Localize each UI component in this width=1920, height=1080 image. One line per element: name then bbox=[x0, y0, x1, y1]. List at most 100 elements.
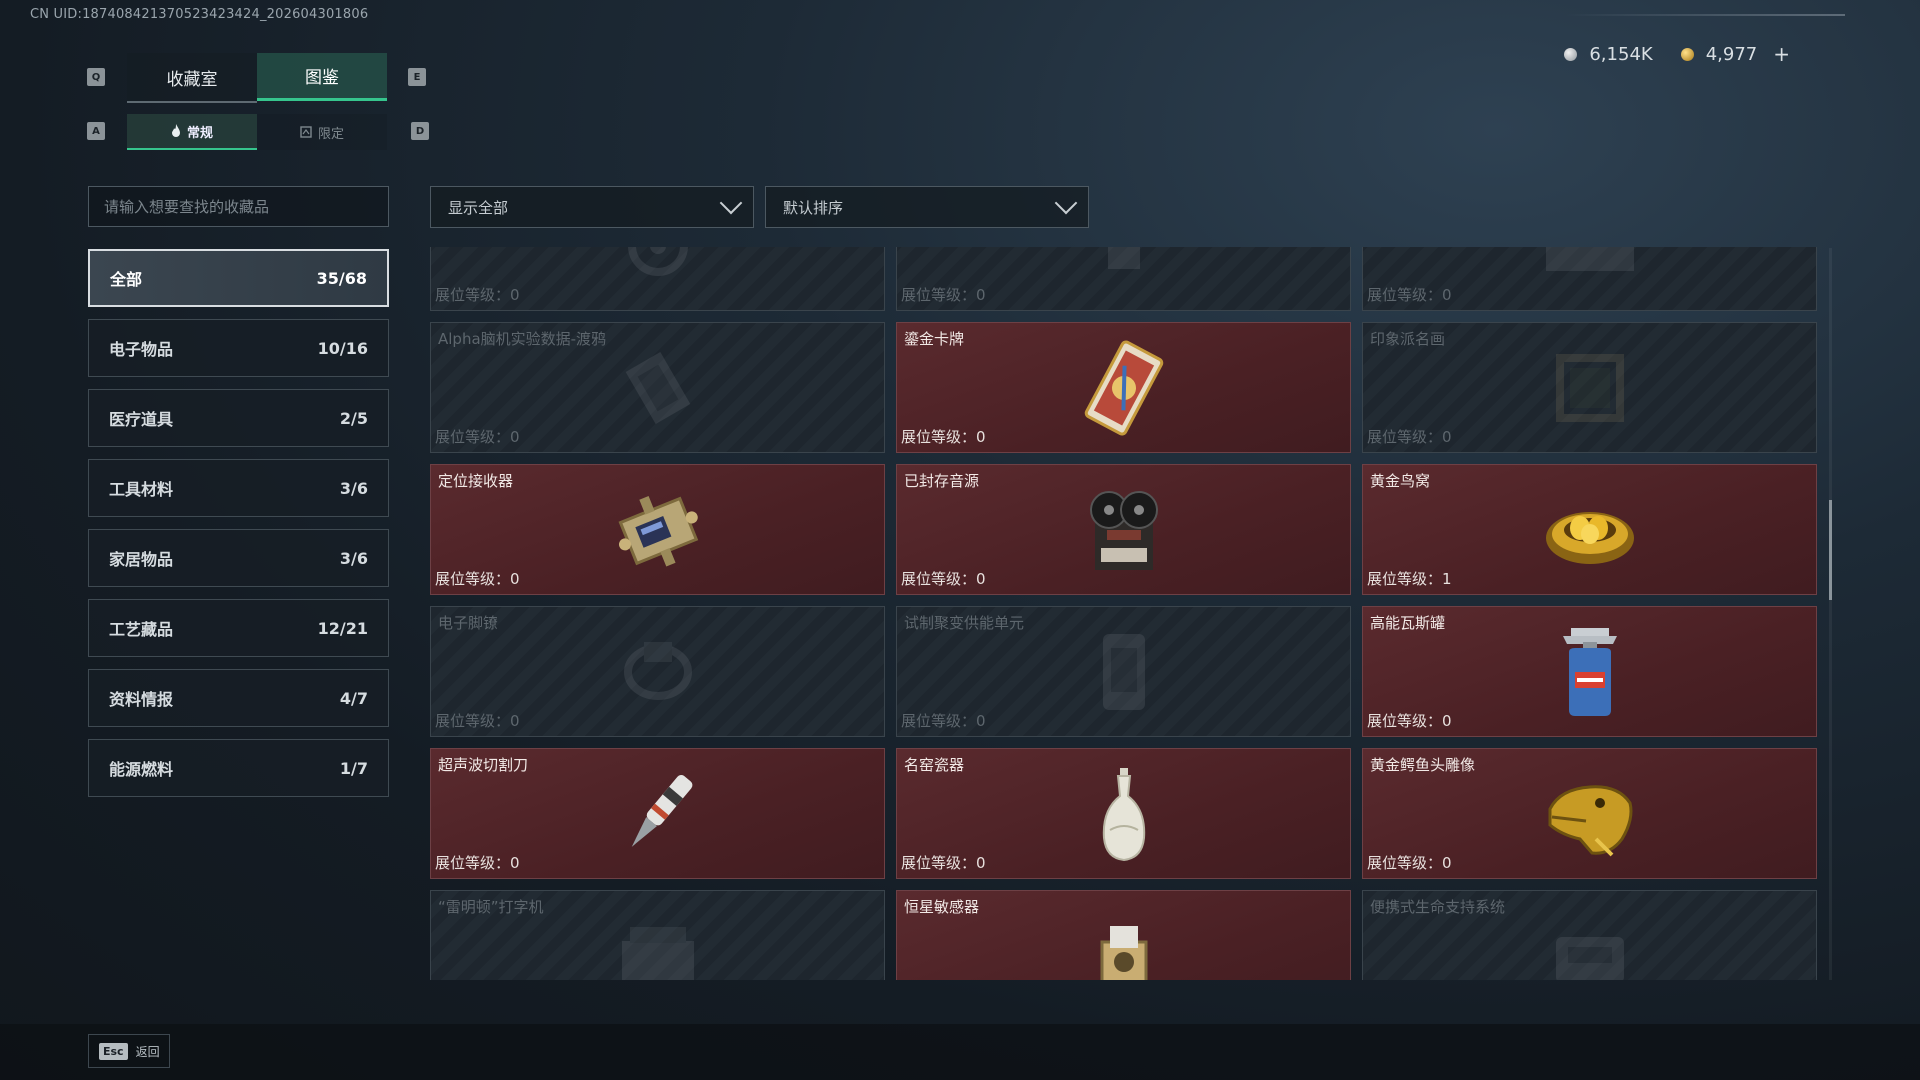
search-input[interactable]: 请输入想要查找的收藏品 bbox=[88, 186, 389, 227]
sort-dropdown[interactable]: 默认排序 bbox=[765, 186, 1089, 228]
filter-dropdown[interactable]: 显示全部 bbox=[430, 186, 754, 228]
collectible-card[interactable]: 便携式生命支持系统 bbox=[1362, 890, 1817, 980]
category-item[interactable]: 家居物品 3/6 bbox=[88, 529, 389, 587]
tab-catalog[interactable]: 图鉴 bbox=[257, 53, 387, 101]
collectible-card[interactable]: 展位等级：0 bbox=[430, 247, 885, 311]
display-level: 展位等级：0 bbox=[1367, 428, 1452, 446]
reel-recorder-icon bbox=[1077, 482, 1171, 582]
collectible-card[interactable]: 黄金鳄鱼头雕像 展位等级：0 bbox=[1362, 748, 1817, 879]
category-item[interactable]: 资料情报 4/7 bbox=[88, 669, 389, 727]
category-count: 10/16 bbox=[317, 338, 368, 358]
display-level: 展位等级：0 bbox=[901, 854, 986, 872]
collectible-card[interactable]: 定位接收器 展位等级：0 bbox=[430, 464, 885, 595]
collectible-card[interactable]: 名窑瓷器展位等级：0 bbox=[896, 748, 1351, 879]
collectible-card[interactable]: 超声波切割刀 展位等级：0 bbox=[430, 748, 885, 879]
collectible-card[interactable]: 试制聚变供能单元 展位等级：0 bbox=[896, 606, 1351, 737]
category-label: 能源燃料 bbox=[109, 760, 174, 779]
category-count: 3/6 bbox=[339, 478, 368, 498]
collectible-card[interactable]: Alpha脑机实验数据-渡鸦 展位等级：0 bbox=[430, 322, 885, 453]
gas-canister-icon bbox=[1555, 622, 1625, 726]
add-currency-button[interactable]: + bbox=[1773, 42, 1790, 66]
collection-grid: 展位等级：0 展位等级：0 展位等级：0 Alpha脑机实验数据-渡鸦 展位等级：0 鎏金… bbox=[430, 247, 1830, 980]
collectible-card[interactable]: 电子脚镣 展位等级：0 bbox=[430, 606, 885, 737]
receiver-icon bbox=[612, 485, 704, 579]
box-icon bbox=[1530, 247, 1650, 285]
category-item[interactable]: 工具材料 3/6 bbox=[88, 459, 389, 517]
collectible-card[interactable]: 展位等级：0 bbox=[1362, 247, 1817, 311]
collectible-name: 印象派名画 bbox=[1370, 330, 1446, 348]
gold-coin-icon bbox=[1680, 47, 1694, 61]
category-item[interactable]: 电子物品 10/16 bbox=[88, 319, 389, 377]
gilded-card-icon bbox=[1084, 338, 1164, 442]
category-label: 家居物品 bbox=[109, 550, 174, 569]
display-level: 展位等级：0 bbox=[435, 570, 520, 588]
collectible-card[interactable]: 展位等级：0 bbox=[896, 247, 1351, 311]
limited-icon bbox=[300, 126, 312, 138]
collectible-name: “雷明顿”打字机 bbox=[438, 898, 544, 916]
filter-dropdown-value: 显示全部 bbox=[448, 198, 509, 217]
chip-icon bbox=[608, 338, 708, 442]
display-level: 展位等级：0 bbox=[435, 286, 520, 304]
category-count: 35/68 bbox=[316, 268, 367, 288]
collectible-card[interactable]: “雷明顿”打字机 bbox=[430, 890, 885, 980]
category-count: 2/5 bbox=[339, 408, 368, 428]
painting-icon bbox=[1540, 338, 1640, 442]
life-support-icon bbox=[1540, 921, 1640, 980]
fusion-cell-icon bbox=[1089, 622, 1159, 726]
category-item[interactable]: 医疗道具 2/5 bbox=[88, 389, 389, 447]
category-item[interactable]: 能源燃料 1/7 bbox=[88, 739, 389, 797]
esc-key-hint: Esc bbox=[99, 1042, 128, 1060]
collectible-name: 名窑瓷器 bbox=[904, 756, 965, 774]
collectible-card[interactable]: 印象派名画展位等级：0 bbox=[1362, 322, 1817, 453]
subtab-regular[interactable]: 常规 bbox=[127, 114, 257, 150]
subtab-limited[interactable]: 限定 bbox=[257, 114, 387, 150]
collectible-name: 电子脚镣 bbox=[438, 614, 499, 632]
category-count: 4/7 bbox=[339, 688, 368, 708]
collectible-name: 高能瓦斯罐 bbox=[1370, 614, 1446, 632]
display-level: 展位等级：0 bbox=[1367, 712, 1452, 730]
grid-scrollbar[interactable] bbox=[1829, 248, 1832, 980]
display-level: 展位等级：0 bbox=[901, 570, 986, 588]
category-label: 全部 bbox=[110, 270, 143, 289]
display-level: 展位等级：0 bbox=[1367, 854, 1452, 872]
display-level: 展位等级：1 bbox=[1367, 570, 1452, 588]
collectible-name: 恒星敏感器 bbox=[904, 898, 980, 916]
category-item[interactable]: 工艺藏品 12/21 bbox=[88, 599, 389, 657]
collectible-card[interactable]: 恒星敏感器 bbox=[896, 890, 1351, 980]
device-icon bbox=[1084, 247, 1164, 285]
currency-bar: 6,154K 4,977 + bbox=[1564, 42, 1790, 66]
flame-icon bbox=[171, 124, 180, 137]
subtab-regular-label: 常规 bbox=[186, 125, 213, 141]
e-key-hint: E bbox=[408, 68, 426, 86]
category-label: 工艺藏品 bbox=[109, 620, 174, 639]
category-label: 资料情报 bbox=[109, 690, 174, 709]
back-label: 返回 bbox=[135, 1044, 160, 1059]
category-label: 医疗道具 bbox=[109, 410, 174, 429]
display-level: 展位等级：0 bbox=[435, 854, 520, 872]
collectible-name: 已封存音源 bbox=[904, 472, 980, 490]
collectible-name: 超声波切割刀 bbox=[438, 756, 529, 774]
footer-bar bbox=[0, 1024, 1920, 1080]
gear-icon bbox=[608, 247, 708, 285]
collectible-card[interactable]: 黄金鸟窝 展位等级：1 bbox=[1362, 464, 1817, 595]
back-button[interactable]: Esc 返回 bbox=[88, 1034, 170, 1068]
top-divider bbox=[1565, 14, 1845, 16]
category-item[interactable]: 全部 35/68 bbox=[88, 249, 389, 307]
collectible-card[interactable]: 高能瓦斯罐展位等级：0 bbox=[1362, 606, 1817, 737]
sort-dropdown-value: 默认排序 bbox=[783, 198, 844, 217]
collectible-card[interactable]: 鎏金卡牌 展位等级：0 bbox=[896, 322, 1351, 453]
collectible-name: 试制聚变供能单元 bbox=[904, 614, 1025, 632]
q-key-hint: Q bbox=[87, 68, 105, 86]
category-label: 电子物品 bbox=[109, 340, 174, 359]
search-placeholder: 请输入想要查找的收藏品 bbox=[104, 198, 270, 216]
scrollbar-thumb[interactable] bbox=[1829, 500, 1832, 600]
display-level: 展位等级：0 bbox=[901, 712, 986, 730]
anklet-icon bbox=[608, 632, 708, 716]
d-key-hint: D bbox=[411, 122, 429, 140]
porcelain-vase-icon bbox=[1094, 764, 1154, 868]
tab-collection-room[interactable]: 收藏室 bbox=[127, 53, 257, 103]
golden-croc-head-icon bbox=[1540, 769, 1640, 863]
typewriter-icon bbox=[608, 921, 708, 980]
collectible-card[interactable]: 已封存音源展位等级：0 bbox=[896, 464, 1351, 595]
category-count: 3/6 bbox=[339, 548, 368, 568]
